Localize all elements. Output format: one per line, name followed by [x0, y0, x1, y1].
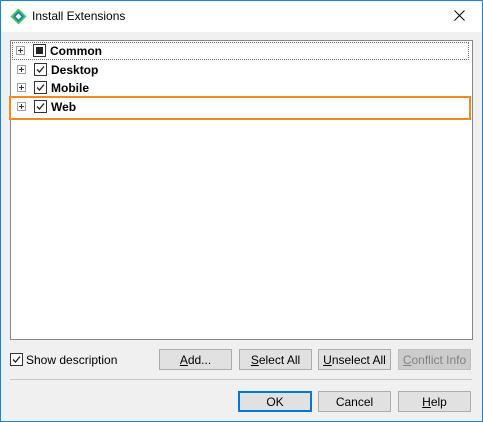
tree-item-label: Common [50, 44, 102, 58]
cancel-label: Cancel [335, 394, 374, 409]
help-label: elp [430, 394, 447, 409]
ok-button[interactable]: OK [238, 391, 312, 412]
add-button-mnemonic: A [179, 352, 188, 367]
add-button-label: dd... [187, 352, 212, 367]
tree-item-label: Mobile [51, 81, 89, 95]
window-title: Install Extensions [32, 9, 126, 23]
tree-item-desktop[interactable]: Desktop [13, 61, 468, 79]
unselect-all-label: nselect All [331, 352, 386, 367]
extensions-tree[interactable]: Common Desktop Mobile Web [10, 40, 473, 340]
select-all-mnemonic: S [250, 352, 259, 367]
expand-plus-icon[interactable] [17, 102, 26, 111]
close-icon [453, 9, 465, 24]
checkmark-icon [36, 66, 45, 73]
cancel-button[interactable]: Cancel [318, 391, 391, 412]
checkmark-icon [36, 103, 45, 110]
show-description-label: Show description [26, 353, 118, 367]
checkmark-icon [36, 84, 45, 91]
title-bar: Install Extensions [1, 1, 482, 32]
conflict-info-label: onflict Info [411, 352, 467, 367]
tree-item-common[interactable]: Common [12, 42, 469, 60]
add-button[interactable]: Add... [159, 349, 232, 370]
expand-plus-icon[interactable] [17, 65, 26, 74]
checkmark-icon [12, 356, 21, 363]
unselect-all-mnemonic: U [323, 352, 332, 367]
unselect-all-button[interactable]: Unselect All [318, 349, 391, 370]
tree-item-label: Web [51, 100, 77, 114]
close-button[interactable] [436, 1, 482, 32]
tree-item-mobile[interactable]: Mobile [13, 79, 468, 97]
help-mnemonic: H [422, 394, 431, 409]
tree-item-label: Desktop [51, 63, 99, 77]
tree-item-common-checkbox[interactable] [33, 44, 46, 57]
conflict-info-button: Conflict Info [398, 349, 471, 370]
tree-item-desktop-checkbox[interactable] [34, 63, 47, 76]
conflict-info-mnemonic: C [402, 352, 412, 367]
tree-item-web-checkbox[interactable] [34, 100, 47, 113]
expand-plus-icon[interactable] [16, 46, 25, 55]
select-all-label: elect All [258, 352, 301, 367]
help-button[interactable]: Help [398, 391, 471, 412]
install-extensions-dialog: Install Extensions Common Desktop Mobile… [0, 0, 483, 422]
button-separator [10, 379, 472, 380]
tree-item-web[interactable]: Web [13, 98, 468, 116]
expand-plus-icon[interactable] [17, 83, 26, 92]
ok-label: OK [266, 394, 284, 409]
show-description-checkbox[interactable] [10, 353, 23, 366]
app-logo-icon [10, 8, 27, 25]
select-all-button[interactable]: Select All [239, 349, 312, 370]
tree-item-mobile-checkbox[interactable] [34, 81, 47, 94]
